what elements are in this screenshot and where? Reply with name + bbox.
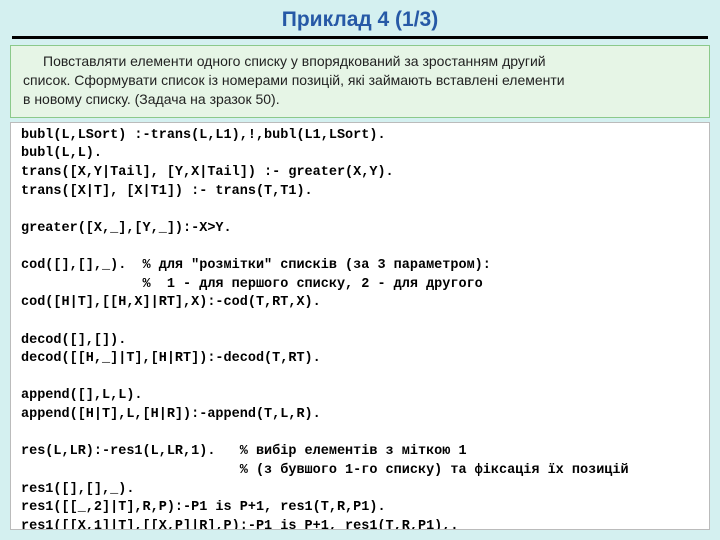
problem-line-3: в новому списку. (Задача на зразок 50). <box>23 90 697 109</box>
problem-statement: Повставляти елементи одного списку у впо… <box>10 45 710 118</box>
code-block: bubl(L,LSort) :-trans(L,L1),!,bubl(L1,LS… <box>10 122 710 530</box>
slide-title: Приклад 4 (1/3) <box>0 0 720 36</box>
problem-line-1: Повставляти елементи одного списку у впо… <box>23 52 697 71</box>
problem-line-2: список. Сформувати список із номерами по… <box>23 71 697 90</box>
slide-container: Приклад 4 (1/3) Повставляти елементи одн… <box>0 0 720 540</box>
title-underline <box>12 36 708 39</box>
